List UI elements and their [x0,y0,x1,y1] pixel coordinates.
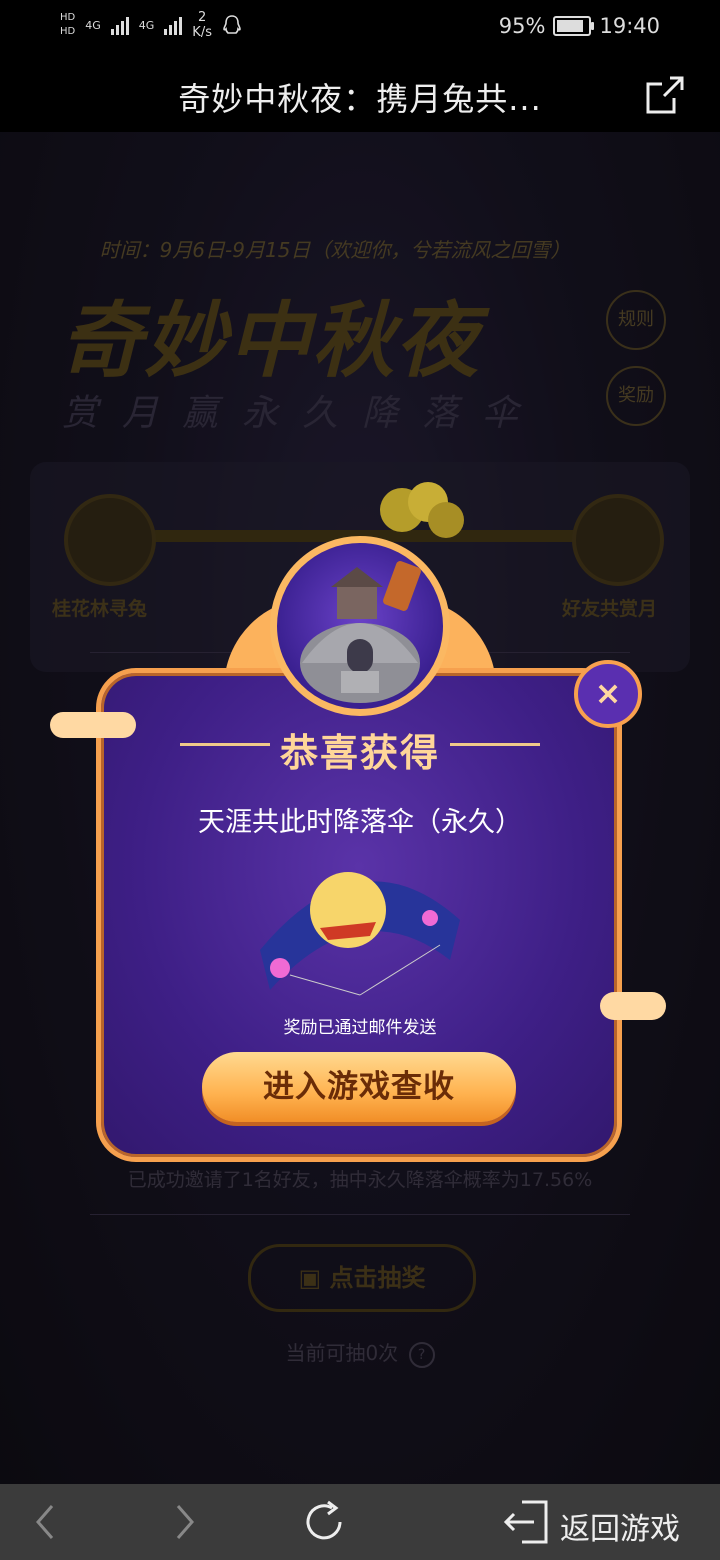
draw-button-label: 点击抽奖 [329,1264,426,1292]
plant-decoration [380,482,464,538]
invite-status: 已成功邀请了1名好友，抽中永久降落伞概率为17.56% [127,1169,593,1191]
clock: 19:40 [599,14,660,38]
help-icon[interactable]: ? [408,1341,435,1368]
house-illustration [300,561,421,703]
network-2-label: 4G [138,18,155,32]
rewards-button[interactable]: 奖励 [606,366,666,426]
hd-1: HD [60,12,76,23]
mail-note: 奖励已通过邮件发送 [283,1018,437,1038]
exit-icon[interactable] [500,1496,552,1548]
modal-headline: 恭喜获得 [279,731,440,775]
network-1-label: 4G [85,18,101,32]
draw-button[interactable]: ▣ 点击抽奖 [248,1244,476,1312]
rules-button[interactable]: 规则 [606,290,666,350]
page-title: 奇妙中秋夜：携月兔共... [178,80,542,118]
title-bar: 奇妙中秋夜：携月兔共... [0,56,720,132]
divider-2 [90,1214,630,1215]
node-left-icon[interactable] [64,494,156,586]
status-bar: HD HD 4G 4G 2 K/s 95% 19:40 [0,0,720,56]
return-game-label[interactable]: 返回游戏 [560,1504,680,1548]
draw-count-text: 当前可抽0次 [285,1341,399,1365]
close-button[interactable]: × [574,660,642,728]
node-right-label: 好友共赏月 [562,598,658,620]
signal-icon-2 [164,15,183,35]
share-icon[interactable] [644,74,686,116]
status-left: HD HD 4G 4G 2 K/s [60,10,242,40]
gift-icon: ▣ [298,1264,330,1292]
signal-icon [110,15,129,35]
reward-item-name: 天涯共此时降落伞（永久） [198,807,522,838]
status-right: 95% 19:40 [499,14,660,38]
chevron-right-icon[interactable] [170,1502,200,1542]
node-left-label: 桂花林寻兔 [52,598,148,620]
hd-indicators: HD HD [60,12,75,38]
net-speed: 2 K/s [192,10,212,40]
event-time: 时间：9月6日-9月15日（欢迎你，兮若流风之回雪） [99,238,571,262]
event-title: 奇妙中秋夜 [60,294,480,389]
event-subtitle: 赏月赢永久降落伞 [62,393,543,434]
parachute-image [260,872,460,996]
battery-percent: 95% [498,14,546,38]
reward-medallion [270,536,450,716]
refresh-icon[interactable] [300,1498,348,1546]
battery-icon [553,16,595,36]
net-speed-unit: K/s [192,25,212,40]
hd-2: HD [60,26,76,37]
draw-count: 当前可抽0次 ? [0,1337,720,1368]
net-speed-value: 2 [198,10,207,25]
chevron-left-icon[interactable] [30,1502,60,1542]
bottom-nav: 返回游戏 [0,1484,720,1560]
qq-icon [223,15,241,34]
node-right-icon[interactable] [572,494,664,586]
enter-game-button[interactable]: 进入游戏查收 [202,1052,516,1122]
